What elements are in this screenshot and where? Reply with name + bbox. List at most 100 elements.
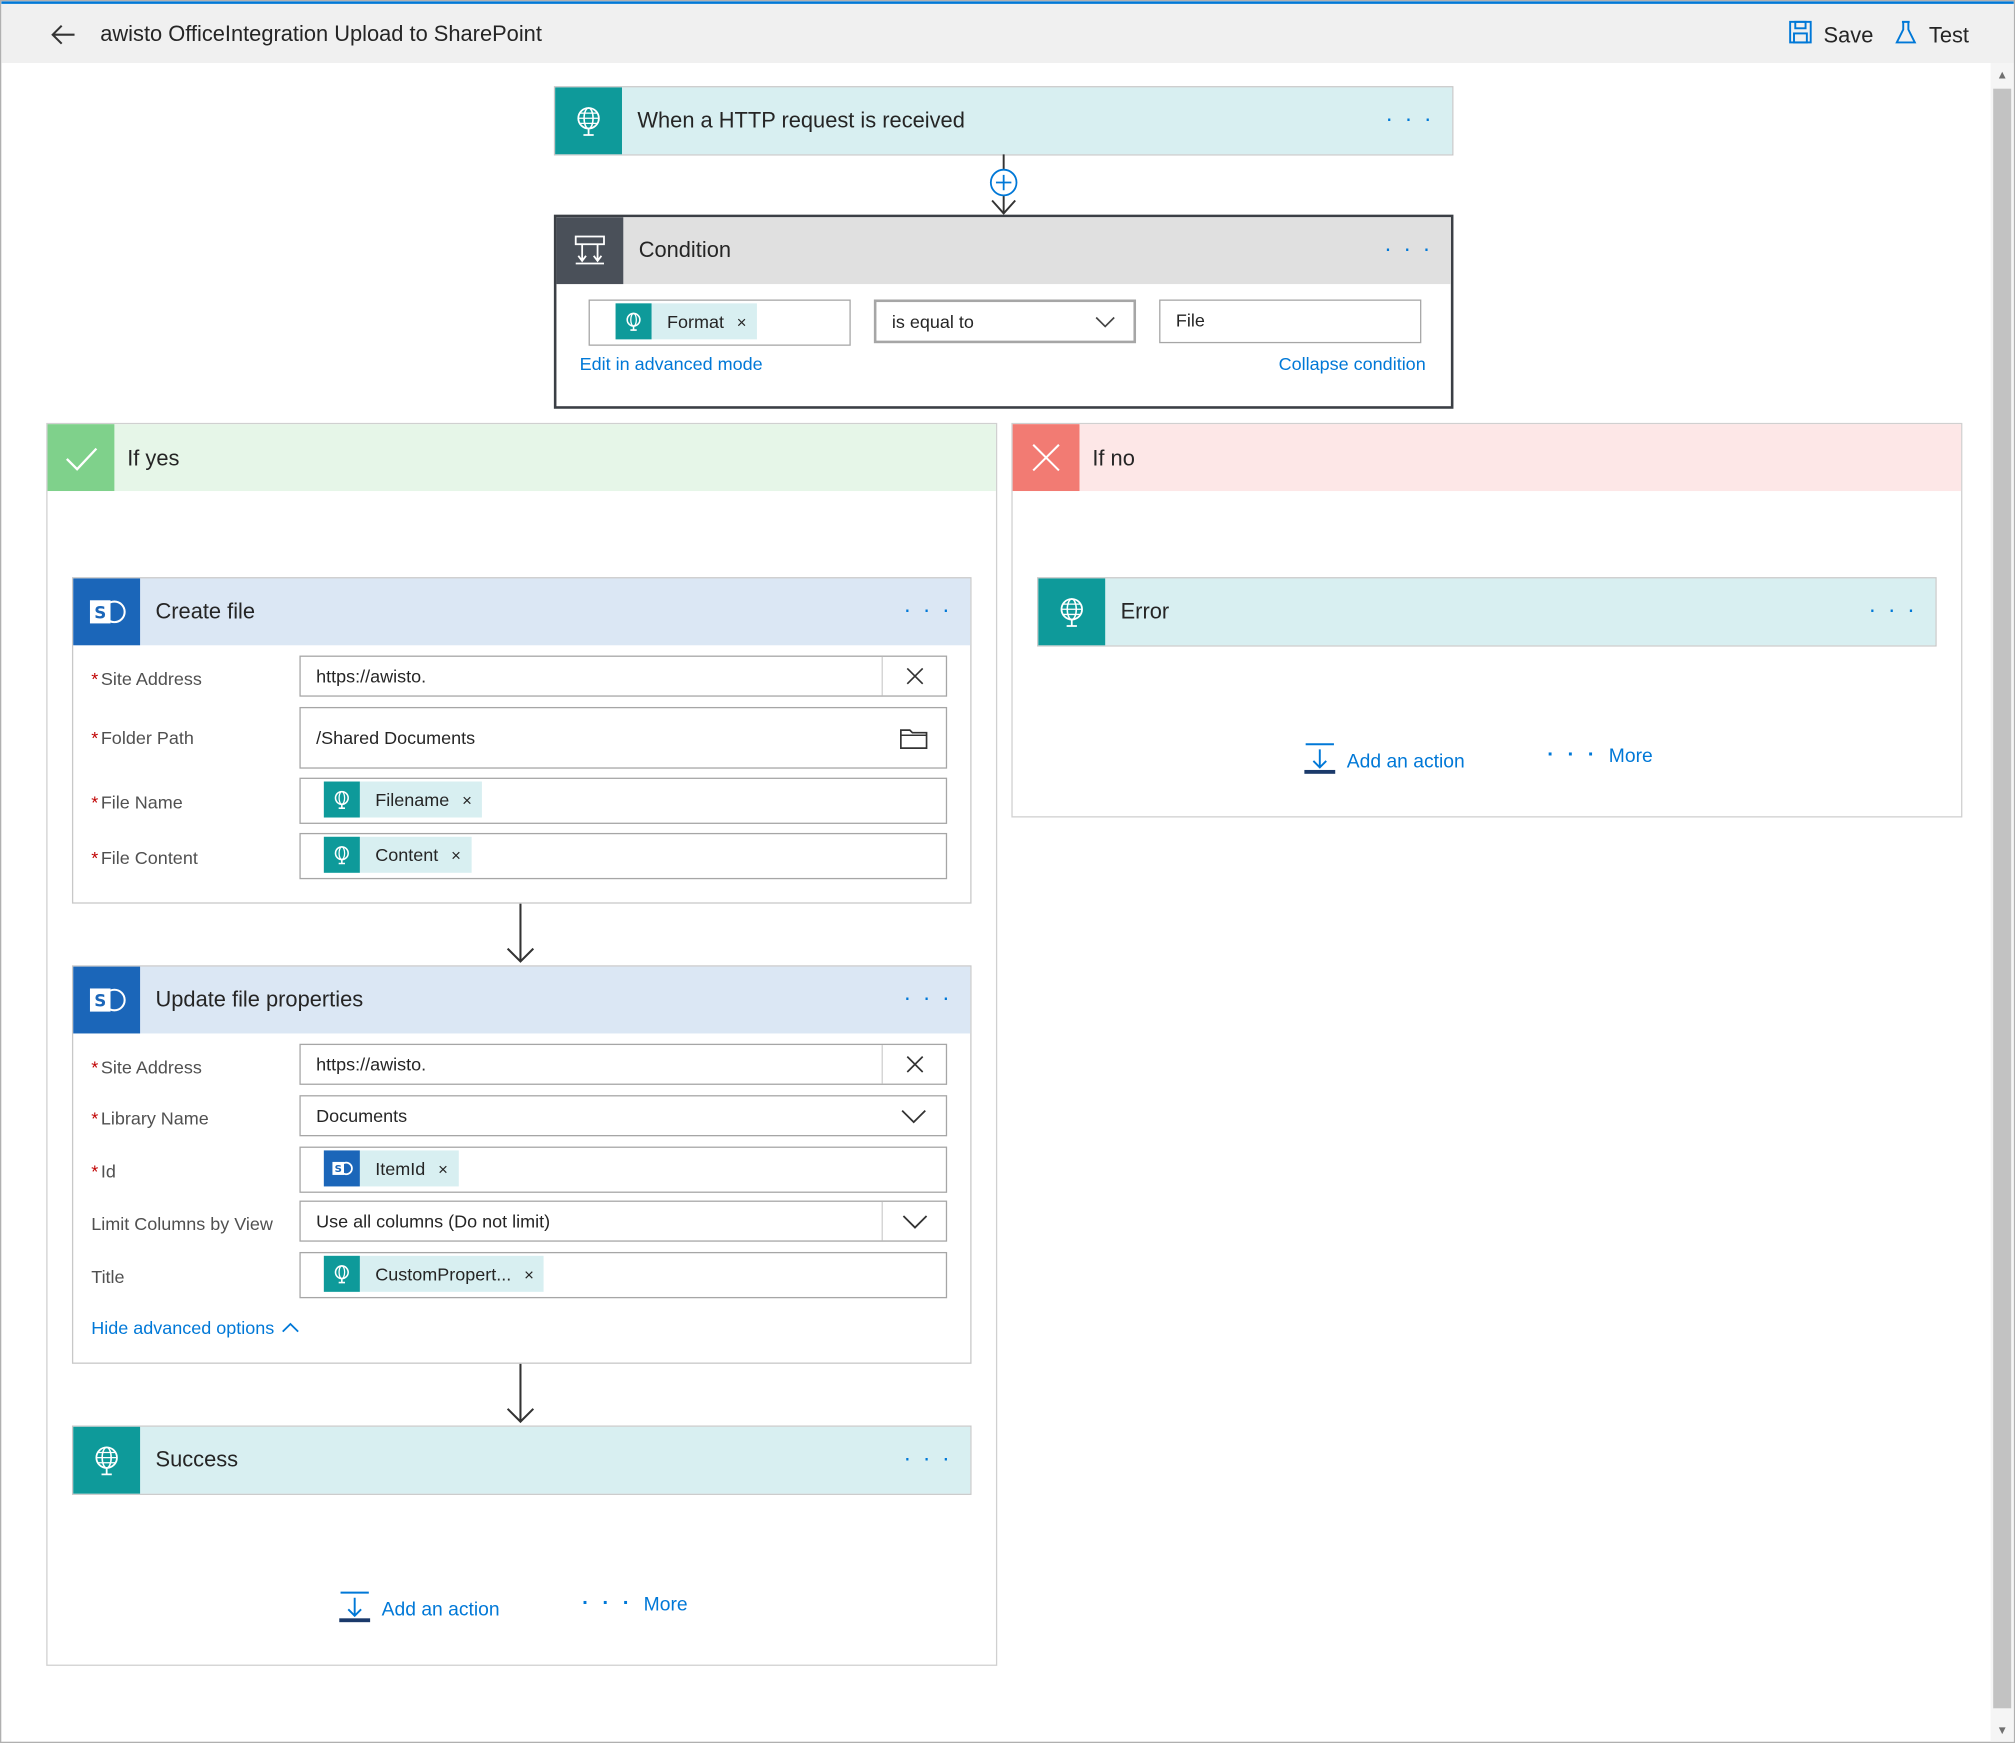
itemid-token-label: ItemId [375,1158,426,1179]
update-file-properties-title: Update file properties [155,987,364,1012]
back-arrow-icon[interactable] [48,19,79,50]
format-token-label: Format [666,311,724,332]
connector-arrow [506,903,535,963]
scroll-down-icon[interactable]: ▼ [1996,1724,2009,1737]
if-yes-header: If yes [47,424,996,492]
hide-advanced-options-link[interactable]: Hide advanced options [91,1318,300,1339]
more-dots-icon: · · · [582,1592,634,1615]
more-dots-icon: · · · [1547,744,1599,767]
add-action-icon [1303,742,1336,781]
http-globe-icon [323,836,360,873]
title-label: Title [91,1266,125,1287]
content-token[interactable]: Content × [323,836,472,873]
trigger-card[interactable]: When a HTTP request is received · · · [553,86,1454,156]
condition-icon [556,217,624,285]
create-file-more-icon[interactable]: · · · [903,596,952,623]
site-address-value: https://awisto. [316,665,427,687]
condition-card[interactable]: Condition · · · Format × is equal to Fil… [553,214,1454,409]
error-header[interactable]: Error · · · [1038,578,1936,646]
site-address-field[interactable]: https://awisto. [299,655,948,697]
condition-more-icon[interactable]: · · · [1384,235,1433,262]
custom-property-token-label: CustomPropert... [375,1263,512,1285]
create-file-card[interactable]: S Create file · · · * Site Address https:… [71,577,972,904]
remove-token-icon[interactable]: × [433,1159,458,1178]
error-card[interactable]: Error · · · [1037,577,1937,647]
add-action-button[interactable]: Add an action [338,1590,500,1629]
custom-property-token[interactable]: CustomPropert... × [323,1255,545,1292]
folder-icon[interactable] [882,708,946,767]
error-more-icon[interactable]: · · · [1869,596,1918,623]
http-globe-icon [555,87,622,155]
add-action-icon [338,1590,371,1629]
test-button[interactable]: Test [1893,19,1969,51]
save-button[interactable]: Save [1788,19,1873,51]
more-button[interactable]: · · · More [582,1593,687,1616]
chevron-down-icon[interactable] [882,1096,946,1135]
limit-columns-select[interactable]: Use all columns (Do not limit) [299,1200,948,1242]
folder-path-field[interactable]: /Shared Documents [299,706,948,769]
http-globe-icon [615,303,652,340]
condition-value: File [1175,309,1205,331]
chevron-down-icon[interactable] [881,1201,946,1241]
limit-columns-label: Limit Columns by View [91,1213,273,1234]
id-field[interactable]: S ItemId × [299,1146,948,1193]
vertical-scrollbar[interactable]: ▲ ▼ [1990,62,2014,1742]
file-content-field[interactable]: Content × [299,832,948,880]
sharepoint-icon: S [323,1150,360,1187]
update-file-properties-more-icon[interactable]: · · · [903,985,952,1012]
remove-token-icon[interactable]: × [457,790,482,809]
trigger-header[interactable]: When a HTTP request is received · · · [555,87,1453,155]
more-label: More [643,1593,688,1616]
library-name-select[interactable]: Documents [299,1095,948,1137]
title-field[interactable]: CustomPropert... × [299,1251,948,1299]
add-action-label: Add an action [1346,750,1465,772]
trigger-more-icon[interactable]: · · · [1385,105,1434,132]
success-more-icon[interactable]: · · · [903,1445,952,1472]
site-address-label: * Site Address [91,668,202,689]
create-file-header[interactable]: S Create file · · · [73,578,971,646]
scroll-up-icon[interactable]: ▲ [1996,68,2009,81]
site-address-field[interactable]: https://awisto. [299,1043,948,1085]
chevron-up-icon [282,1318,300,1339]
library-name-value: Documents [316,1105,408,1127]
flow-designer: awisto OfficeIntegration Upload to Share… [0,0,2015,1743]
update-file-properties-card[interactable]: S Update file properties · · · * Site Add… [71,965,972,1364]
chevron-down-icon [1095,312,1116,334]
condition-header[interactable]: Condition · · · [556,217,1451,285]
connector-arrow [989,154,1018,215]
operator-select[interactable]: is equal to [873,299,1137,344]
condition-value-field[interactable]: File [1159,299,1422,344]
format-token[interactable]: Format × [615,303,757,340]
clear-icon[interactable] [881,656,946,696]
add-action-button[interactable]: Add an action [1303,742,1465,781]
remove-token-icon[interactable]: × [446,845,471,864]
itemid-token[interactable]: S ItemId × [323,1150,459,1187]
edit-advanced-link[interactable]: Edit in advanced mode [580,353,763,374]
filename-token[interactable]: Filename × [323,781,483,818]
scrollbar-thumb[interactable] [1993,88,2012,1709]
file-name-field[interactable]: Filename × [299,777,948,824]
operator-value: is equal to [891,311,974,332]
flow-title: awisto OfficeIntegration Upload to Share… [100,21,542,47]
id-label: * Id [91,1160,116,1182]
condition-left-field[interactable]: Format × [588,299,851,346]
error-title: Error [1120,598,1170,624]
checkmark-icon [47,424,115,492]
filename-token-label: Filename [375,789,450,810]
limit-columns-value: Use all columns (Do not limit) [316,1210,551,1232]
site-address-label: * Site Address [91,1056,202,1078]
collapse-condition-link[interactable]: Collapse condition [1279,353,1426,374]
remove-token-icon[interactable]: × [519,1264,544,1283]
content-token-label: Content [375,844,439,866]
clear-icon[interactable] [881,1045,946,1084]
if-yes-title: If yes [127,446,180,471]
if-no-title: If no [1092,446,1135,471]
trigger-title: When a HTTP request is received [637,107,965,133]
success-header[interactable]: Success · · · [73,1426,971,1494]
library-name-label: * Library Name [91,1108,209,1129]
more-button[interactable]: · · · More [1547,744,1652,767]
remove-token-icon[interactable]: × [732,312,757,331]
update-file-properties-header[interactable]: S Update file properties · · · [73,966,971,1034]
if-no-header: If no [1012,424,1962,492]
success-card[interactable]: Success · · · [71,1425,972,1495]
